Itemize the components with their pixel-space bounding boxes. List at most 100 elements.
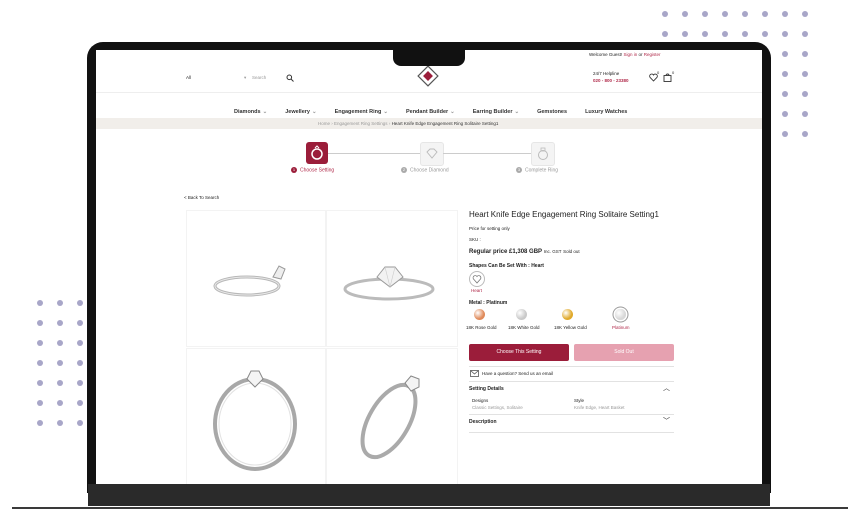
decorative-dot	[742, 11, 748, 17]
breadcrumb-section-link[interactable]: Engagement Ring Settings	[334, 121, 388, 126]
cart-count: 0	[672, 70, 675, 75]
brand-logo-icon[interactable]	[416, 64, 440, 88]
nav-item-gemstones[interactable]: Gemstones	[537, 109, 567, 115]
decorative-dot	[57, 320, 63, 326]
search-bar: All ▾ Search	[186, 72, 296, 84]
decorative-dot	[802, 31, 808, 37]
decorative-dot	[782, 31, 788, 37]
ring-icon	[311, 145, 323, 160]
step-1-box[interactable]	[306, 142, 328, 164]
metal-swatch-18k-white-gold[interactable]	[516, 309, 527, 320]
chevron-down-icon: ⌄	[311, 109, 317, 115]
metal-label-18k-white-gold: 18K White Gold	[508, 325, 540, 330]
question-email-link[interactable]: Have a question? Send us an email	[482, 371, 553, 376]
complete-ring-icon	[538, 147, 548, 160]
nav-item-engagement-ring[interactable]: Engagement Ring ⌄	[335, 109, 388, 115]
choose-setting-button[interactable]: Choose This Setting	[469, 344, 569, 361]
price-note: Price for setting only	[469, 226, 510, 231]
metal-swatch-18k-rose-gold[interactable]	[474, 309, 485, 320]
decorative-dot	[37, 400, 43, 406]
nav-item-earring-builder[interactable]: Earring Builder ⌄	[473, 109, 519, 115]
laptop-base	[88, 484, 770, 506]
decorative-dot	[77, 400, 83, 406]
decorative-dot	[782, 91, 788, 97]
main-nav: Diamonds ⌄ Jewellery ⌄ Engagement Ring ⌄ Penda…	[234, 100, 645, 118]
decorative-dot	[77, 300, 83, 306]
sign-in-link[interactable]: Sign in	[623, 52, 637, 57]
decorative-dot	[662, 31, 668, 37]
nav-item-luxury-watches[interactable]: Luxury Watches	[585, 109, 627, 115]
decorative-dot	[37, 340, 43, 346]
decorative-dot	[77, 380, 83, 386]
shape-heart-option[interactable]	[469, 271, 485, 287]
nav-item-diamonds[interactable]: Diamonds ⌄	[234, 109, 267, 115]
decorative-dot	[682, 11, 688, 17]
product-image-3[interactable]	[186, 348, 326, 484]
email-icon	[470, 370, 479, 377]
step-3-box[interactable]	[531, 142, 555, 166]
breadcrumb: Home › Engagement Ring Settings › Heart …	[96, 118, 762, 129]
product-price: £1,308 GBP	[509, 249, 543, 255]
helpline-number[interactable]: 020 - 800 - 23380	[593, 78, 629, 83]
description-heading[interactable]: Description	[469, 419, 497, 425]
step-2-number: 2	[401, 167, 407, 173]
decorative-dot	[762, 31, 768, 37]
shape-heart-label: Heart	[471, 288, 483, 293]
metal-swatch-platinum[interactable]	[615, 309, 626, 320]
step-1-number: 1	[291, 167, 297, 173]
regular-price-label: Regular price	[469, 249, 508, 255]
chevron-down-icon: ⌄	[450, 109, 455, 115]
step-3-label-wrap[interactable]: 3 Complete Ring	[516, 167, 558, 173]
product-title: Heart Knife Edge Engagement Ring Solitai…	[469, 210, 659, 219]
decorative-dot	[782, 11, 788, 17]
product-image-2[interactable]	[326, 210, 458, 347]
decorative-dot	[702, 31, 708, 37]
chevron-up-icon[interactable]: ︿	[663, 383, 670, 393]
cart-icon[interactable]	[663, 73, 672, 82]
diamond-icon	[426, 148, 438, 159]
decorative-dot	[782, 131, 788, 137]
decorative-dot	[37, 380, 43, 386]
search-icon[interactable]	[286, 74, 294, 82]
sku-label: SKU :	[469, 237, 481, 242]
decorative-dot	[742, 31, 748, 37]
setting-details-heading[interactable]: Setting Details	[469, 386, 504, 392]
back-to-search-link[interactable]: < Back To Search	[184, 195, 219, 200]
decorative-dot	[77, 360, 83, 366]
search-category-select[interactable]: All	[186, 75, 191, 80]
metal-swatch-18k-yellow-gold[interactable]	[562, 309, 573, 320]
breadcrumb-home-link[interactable]: Home	[318, 121, 330, 126]
decorative-dot	[782, 51, 788, 57]
chevron-down-icon[interactable]: ﹀	[663, 416, 670, 426]
decorative-dot	[57, 380, 63, 386]
breadcrumb-current: Heart Knife Edge Engagement Ring Solitai…	[391, 121, 499, 126]
wishlist-count: 0	[657, 70, 660, 75]
step-2-label-wrap[interactable]: 2 Choose Diamond	[401, 167, 449, 173]
sold-out-button[interactable]: Sold Out	[574, 344, 674, 361]
nav-item-pendant-builder[interactable]: Pendant Builder ⌄	[406, 109, 455, 115]
ring-side-view-image	[213, 265, 286, 297]
decorative-dot	[682, 31, 688, 37]
ring-front-view-image	[343, 266, 435, 301]
decorative-dot	[702, 11, 708, 17]
step-2-box[interactable]	[420, 142, 444, 166]
search-input[interactable]: Search	[252, 75, 266, 80]
register-link[interactable]: Register	[644, 52, 661, 57]
nav-item-jewellery[interactable]: Jewellery ⌄	[285, 109, 316, 115]
step-1-label: Choose Setting	[300, 167, 335, 174]
decorative-dot	[57, 360, 63, 366]
product-image-1[interactable]	[186, 210, 326, 347]
decorative-dot	[782, 71, 788, 77]
metal-label-18k-rose-gold: 18K Rose Gold	[466, 325, 497, 330]
decorative-dot	[77, 320, 83, 326]
product-image-4[interactable]	[326, 348, 458, 484]
step-1-label-wrap[interactable]: 1 Choose Setting	[291, 167, 334, 173]
style-value: Knife Edge, Heart Basket	[574, 405, 625, 410]
decorative-dot	[722, 11, 728, 17]
ring-angled-image	[360, 375, 420, 460]
laptop-screen: Welcome Guest! Sign in or Register All ▾…	[96, 50, 762, 484]
metal-label: Metal : Platinum	[469, 300, 508, 306]
decorative-dot	[37, 360, 43, 366]
decorative-dot	[802, 91, 808, 97]
decorative-dot	[57, 420, 63, 426]
